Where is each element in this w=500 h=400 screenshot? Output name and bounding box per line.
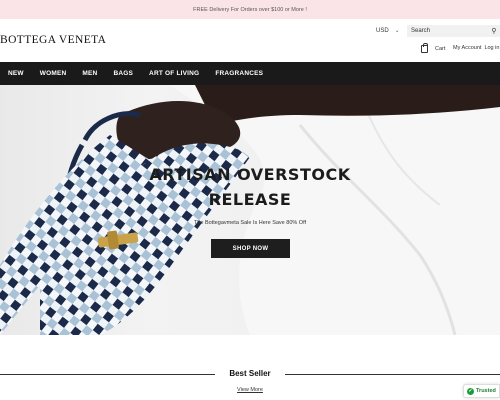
search-placeholder: Search (411, 28, 431, 34)
main-nav: NEW WOMEN MEN BAGS ART OF LIVING FRAGRAN… (0, 62, 500, 85)
cart-link[interactable]: Cart (421, 43, 446, 53)
trust-badge[interactable]: ✓ Trusted (463, 384, 500, 398)
nav-item-men[interactable]: MEN (82, 70, 97, 77)
nav-item-fragrances[interactable]: FRAGRANCES (215, 70, 263, 77)
account-links: My Account Log in (453, 45, 499, 51)
announcement-bar: FREE Delivery For Orders over $100 or Mo… (0, 0, 500, 19)
currency-label: USD (376, 27, 389, 34)
cart-label: Cart (435, 46, 446, 52)
hero-image (0, 85, 500, 335)
nav-item-women[interactable]: WOMEN (40, 70, 67, 77)
brand-logo[interactable]: BOTTEGA VENETA (0, 34, 106, 46)
best-seller-heading: Best Seller (0, 362, 500, 382)
search-input[interactable]: Search ⚲ (407, 25, 500, 37)
hero-title-line1: ARTISAN OVERSTOCK (149, 165, 351, 184)
my-account-link[interactable]: My Account (453, 45, 481, 51)
check-icon: ✓ (467, 387, 474, 395)
cart-icon (421, 43, 428, 53)
site-header: BOTTEGA VENETA USD ⌄ Search ⚲ Cart My Ac… (0, 19, 500, 62)
view-more-link[interactable]: View More (0, 387, 500, 393)
divider-right (285, 374, 500, 375)
hero-title-line2: RELEASE (208, 190, 292, 209)
chevron-down-icon: ⌄ (394, 28, 400, 34)
search-icon[interactable]: ⚲ (488, 27, 500, 35)
shop-now-button[interactable]: SHOP NOW (211, 239, 290, 258)
announcement-text: FREE Delivery For Orders over $100 or Mo… (193, 6, 307, 13)
login-link[interactable]: Log in (484, 45, 499, 51)
hero-banner[interactable]: ARTISAN OVERSTOCK RELEASE The Bottegavme… (0, 85, 500, 335)
currency-selector[interactable]: USD ⌄ (376, 27, 400, 35)
nav-item-art-of-living[interactable]: ART OF LIVING (149, 70, 199, 77)
nav-item-bags[interactable]: BAGS (113, 70, 133, 77)
nav-item-new[interactable]: NEW (8, 70, 24, 77)
trust-badge-label: Trusted (476, 388, 496, 394)
hero-subtitle: The Bottegavmeta Sale Is Here Save 80% O… (193, 220, 307, 226)
